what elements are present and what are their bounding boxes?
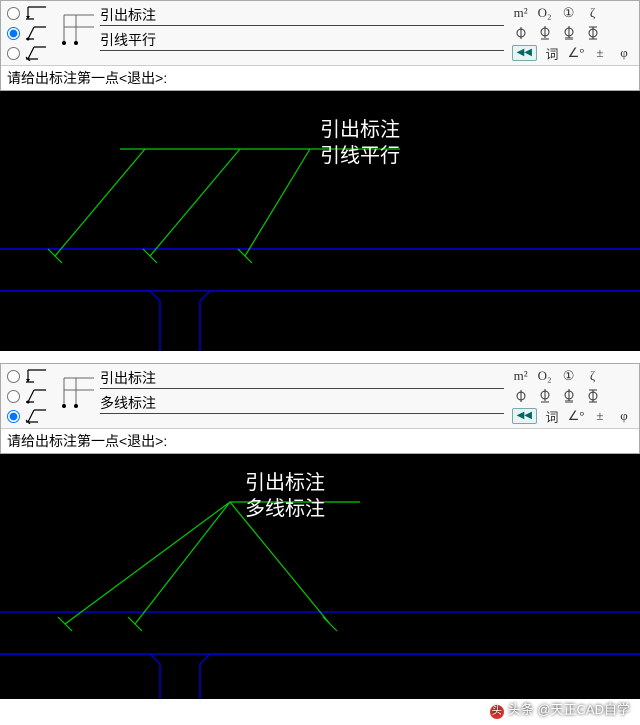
leader-icon-style-0 — [24, 5, 48, 21]
input-section-2 — [58, 368, 504, 414]
leader-icon-style-2-b — [24, 408, 48, 424]
drawing-canvas-1[interactable]: 引出标注 引线平行 — [0, 91, 640, 351]
sym-zeta[interactable]: ζ — [584, 5, 602, 21]
leader-icon-style-1-b — [24, 388, 48, 404]
sym-circled-1-b[interactable]: ① — [560, 368, 578, 384]
sym-zeta-b[interactable]: ζ — [584, 368, 602, 384]
symbol-palette: m² O₂ ① ζ ◀◀ 词 ∠° ± φ — [512, 5, 633, 61]
sym-phi-2[interactable] — [536, 25, 554, 41]
sym-circled-1[interactable]: ① — [560, 5, 578, 21]
radio-style-0[interactable] — [7, 5, 48, 21]
sym-phi-small[interactable]: φ — [615, 45, 633, 61]
sym-phi-4-b[interactable] — [584, 388, 602, 404]
sym-phi-small-b[interactable]: φ — [615, 408, 633, 424]
watermark-logo-icon: 头 — [490, 705, 504, 719]
annotation-text-top-2[interactable] — [100, 368, 504, 389]
leader-icon-style-0-b — [24, 368, 48, 384]
drawing-canvas-2[interactable]: 引出标注 多线标注 — [0, 454, 640, 699]
rewind-button[interactable]: ◀◀ — [512, 45, 537, 61]
sym-phi-2-b[interactable] — [536, 388, 554, 404]
sym-angle[interactable]: ∠° — [567, 45, 585, 61]
radio-style-1[interactable] — [7, 25, 48, 41]
sym-angle-b[interactable]: ∠° — [567, 408, 585, 424]
watermark: 头头条 @天正CAD自学 — [490, 699, 630, 719]
leader-style-radios-2 — [7, 368, 48, 424]
multi-leader-preview-icon — [58, 9, 94, 47]
panel-2: m² O₂ ① ζ ◀◀ 词 ∠° ± φ 请给出标注第一点<退出>: — [0, 363, 640, 454]
annotation-text-top[interactable] — [100, 5, 504, 26]
sym-phi-1[interactable] — [512, 25, 530, 41]
sym-phi-3[interactable] — [560, 25, 578, 41]
radio-style-2-b[interactable] — [7, 408, 48, 424]
annotation-text-bottom[interactable] — [100, 30, 504, 51]
canvas1-label-top: 引出标注 — [320, 113, 400, 142]
radio-style-2[interactable] — [7, 45, 48, 61]
sym-m2-b[interactable]: m² — [512, 368, 530, 384]
symbol-palette-2: m² O₂ ① ζ ◀◀ 词 ∠° ± φ — [512, 368, 633, 424]
multi-leader-preview-icon-2 — [58, 372, 94, 410]
sym-o2[interactable]: O₂ — [536, 5, 554, 21]
sym-word-b[interactable]: 词 — [543, 408, 561, 424]
sym-m2[interactable]: m² — [512, 5, 530, 21]
sym-phi-1-b[interactable] — [512, 388, 530, 404]
sym-o2-b[interactable]: O₂ — [536, 368, 554, 384]
panel-1: m² O₂ ① ζ ◀◀ 词 ∠° ± φ 请给出标注第一点<退出>: — [0, 0, 640, 91]
leader-icon-style-1 — [24, 25, 48, 41]
sym-phi-4[interactable] — [584, 25, 602, 41]
rewind-button-b[interactable]: ◀◀ — [512, 408, 537, 424]
command-prompt-2: 请给出标注第一点<退出>: — [1, 428, 639, 453]
canvas1-label-bottom: 引线平行 — [320, 139, 400, 168]
sym-word[interactable]: 词 — [543, 45, 561, 61]
canvas2-label-bottom: 多线标注 — [245, 492, 325, 521]
radio-style-1-b[interactable] — [7, 388, 48, 404]
leader-style-radios — [7, 5, 48, 61]
radio-style-0-b[interactable] — [7, 368, 48, 384]
input-section — [58, 5, 504, 51]
sym-phi-3-b[interactable] — [560, 388, 578, 404]
sym-plusminus[interactable]: ± — [591, 45, 609, 61]
sym-plusminus-b[interactable]: ± — [591, 408, 609, 424]
annotation-text-bottom-2[interactable] — [100, 393, 504, 414]
command-prompt-1: 请给出标注第一点<退出>: — [1, 65, 639, 90]
canvas2-label-top: 引出标注 — [245, 466, 325, 495]
toolbar-2: m² O₂ ① ζ ◀◀ 词 ∠° ± φ — [1, 364, 639, 428]
leader-icon-style-2 — [24, 45, 48, 61]
toolbar-1: m² O₂ ① ζ ◀◀ 词 ∠° ± φ — [1, 1, 639, 65]
